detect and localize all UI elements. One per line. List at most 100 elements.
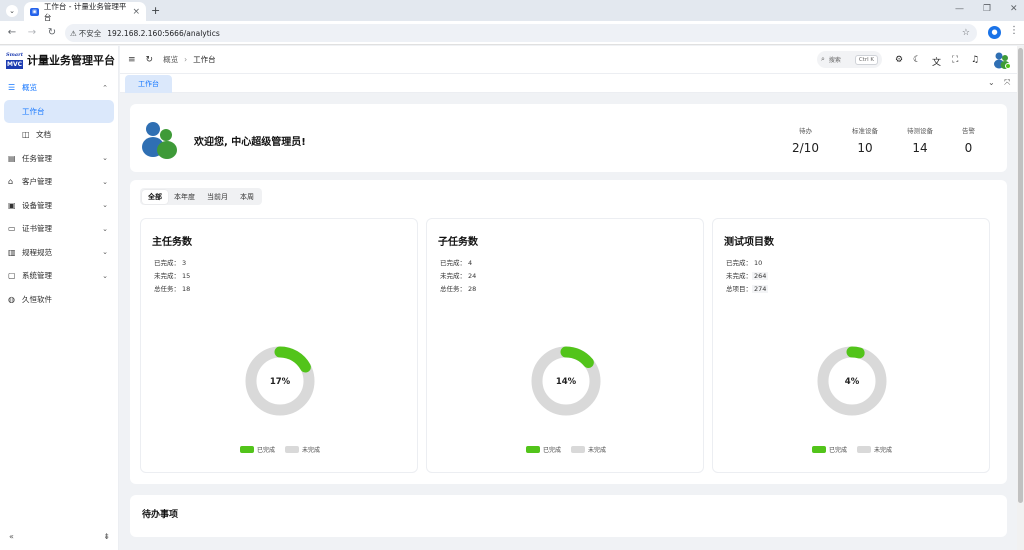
app-header: ≡ ↻ 概览 › 工作台: [120, 46, 1017, 73]
insecure-badge[interactable]: ⚠ 不安全: [70, 28, 101, 39]
warning-icon: ⚠: [70, 28, 77, 38]
browser-tab[interactable]: ▣ 工作台 - 计量业务管理平台 ×: [24, 2, 146, 22]
stat-label: 待办: [798, 127, 812, 135]
welcome-card: 欢迎您, 中心超级管理员! 待办 2/10 标准设备 10 待测设备 14 告警…: [130, 104, 1007, 172]
user-group-avatar: [142, 122, 177, 159]
sidebar-item-customers[interactable]: ⌂ 客户管理 ⌄: [0, 170, 118, 194]
sidebar-menu: ☰ 概览 ⌃ 工作台 ◫ 文档 ▤ 任务管理 ⌄ ⌂ 客户管理 ⌄ ▣ 设备管理…: [0, 76, 118, 311]
address-bar[interactable]: ⚠ 不安全 192.168.2.160:5666/analytics ☆: [65, 24, 977, 42]
pin-icon[interactable]: ⇟: [103, 532, 110, 541]
home-icon: ⌂: [8, 177, 14, 187]
search-icon: ⌕: [821, 55, 825, 63]
chevron-down-icon: ⌄: [102, 154, 108, 163]
search-placeholder: 搜索: [828, 57, 841, 64]
certificate-icon: ▭: [8, 224, 16, 234]
stat-label: 待测设备: [907, 127, 933, 135]
sidebar-item-label: 规程规范: [22, 247, 52, 257]
stat-alarms[interactable]: 告警 0: [962, 125, 975, 155]
chart-legend: 已完成 未完成: [141, 445, 419, 454]
filter-option-year[interactable]: 本年度: [168, 190, 201, 204]
legend-item-done[interactable]: 已完成: [811, 445, 847, 454]
close-tab-icon[interactable]: ×: [132, 7, 140, 17]
sidebar-item-regulations[interactable]: ▥ 规程规范 ⌄: [0, 241, 118, 265]
globe-icon: ◍: [8, 294, 15, 304]
stat-row: 未完成： 15: [154, 272, 191, 280]
sidebar-item-jiuheng[interactable]: ◍ 久恒软件: [0, 288, 118, 312]
legend-item-done[interactable]: 已完成: [525, 445, 561, 454]
sidebar-item-certificates[interactable]: ▭ 证书管理 ⌄: [0, 217, 118, 241]
stat-todo[interactable]: 待办 2/10: [792, 125, 819, 155]
restore-icon[interactable]: ❐: [983, 4, 991, 14]
search-input[interactable]: ⌕ 搜索 Ctrl K: [817, 51, 882, 68]
tabs-dropdown-icon[interactable]: ⌄: [988, 78, 995, 87]
fullscreen-icon[interactable]: ⛶: [952, 55, 958, 65]
stat-value: 0: [964, 141, 973, 155]
sidebar-item-label: 久恒软件: [22, 294, 52, 304]
refresh-icon[interactable]: ↻: [146, 55, 154, 65]
sidebar: Smart MVC 计量业务管理平台 ☰ 概览 ⌃ 工作台 ◫ 文档 ▤ 任务管…: [0, 46, 119, 550]
welcome-message: 欢迎您, 中心超级管理员!: [194, 137, 306, 148]
stat-value: 10: [857, 141, 873, 155]
sidebar-item-overview[interactable]: ☰ 概览 ⌃: [0, 76, 118, 100]
stat-label: 告警: [962, 127, 975, 135]
tab-workbench[interactable]: 工作台: [125, 75, 172, 93]
filter-option-all[interactable]: 全部: [142, 189, 168, 204]
legend-item-undone[interactable]: 未完成: [857, 445, 892, 454]
progress-donut[interactable]: 4%: [816, 345, 888, 417]
legend-item-undone[interactable]: 未完成: [571, 445, 606, 454]
minimize-icon[interactable]: —: [955, 4, 964, 14]
browser-profile-icon[interactable]: ●: [988, 26, 1001, 39]
settings-icon: ▢: [8, 271, 16, 281]
back-icon[interactable]: ←: [4, 27, 20, 38]
reload-icon[interactable]: ↻: [44, 27, 60, 38]
sidebar-item-workbench[interactable]: 工作台: [4, 99, 114, 123]
sidebar-item-system[interactable]: ▢ 系统管理 ⌄: [0, 264, 118, 288]
scrollbar-thumb[interactable]: [1018, 48, 1023, 503]
filter-option-month[interactable]: 当前月: [201, 190, 234, 204]
search-shortcut: Ctrl K: [854, 54, 878, 65]
todo-title: 待办事项: [142, 510, 179, 520]
tabs-maximize-icon[interactable]: ⤧: [1004, 78, 1010, 88]
sidebar-item-label: 客户管理: [22, 177, 52, 187]
menu-toggle-icon[interactable]: ≡: [128, 55, 136, 65]
stat-row: 已完成： 3: [154, 259, 187, 267]
dark-mode-icon[interactable]: ☾: [913, 55, 921, 65]
theme-settings-icon[interactable]: ⚙: [895, 55, 903, 65]
stat-standard-devices[interactable]: 标准设备 10: [852, 125, 878, 155]
stat-row: 已完成： 10: [726, 259, 763, 267]
todo-card: 待办事项: [130, 495, 1007, 537]
sidebar-item-devices[interactable]: ▣ 设备管理 ⌄: [0, 194, 118, 218]
tab-search-icon[interactable]: ⌄: [6, 5, 18, 17]
app-logo: Smart MVC: [6, 51, 24, 69]
collapse-sidebar-icon[interactable]: «: [9, 532, 14, 541]
notification-bell-icon[interactable]: ♫: [971, 55, 979, 65]
user-avatar[interactable]: [993, 51, 1011, 69]
breadcrumb-root[interactable]: 概览: [163, 54, 178, 65]
stat-pending-devices[interactable]: 待测设备 14: [907, 125, 933, 155]
page-scrollbar[interactable]: [1017, 46, 1024, 550]
url-text[interactable]: 192.168.2.160:5666/analytics: [107, 29, 220, 38]
bookmark-star-icon[interactable]: ☆: [962, 28, 970, 38]
forward-icon[interactable]: →: [24, 27, 40, 38]
new-tab-icon[interactable]: +: [151, 4, 160, 17]
sidebar-item-label: 证书管理: [22, 224, 52, 234]
language-icon[interactable]: 文: [932, 55, 941, 68]
sidebar-item-docs[interactable]: ◫ 文档: [0, 123, 118, 147]
card-title: 主任务数: [152, 237, 192, 248]
window-close-icon[interactable]: ✕: [1010, 4, 1018, 14]
donut-done-arc: [274, 346, 311, 373]
page-tabs-bar: 工作台 ⌄ ⤧: [120, 73, 1017, 93]
sidebar-item-tasks[interactable]: ▤ 任务管理 ⌄: [0, 147, 118, 171]
browser-menu-icon[interactable]: ⋮: [1009, 25, 1019, 36]
sidebar-item-label: 工作台: [22, 106, 45, 116]
legend-item-undone[interactable]: 未完成: [285, 445, 320, 454]
progress-donut[interactable]: 14%: [530, 345, 602, 417]
filter-option-week[interactable]: 本周: [234, 190, 260, 204]
stat-label: 标准设备: [852, 127, 878, 135]
chevron-down-icon: ⌄: [102, 248, 108, 257]
card-title: 测试项目数: [724, 237, 774, 248]
progress-donut[interactable]: 17%: [244, 345, 316, 417]
chart-legend: 已完成 未完成: [427, 445, 705, 454]
legend-item-done[interactable]: 已完成: [239, 445, 275, 454]
breadcrumb-separator-icon: ›: [184, 55, 188, 64]
